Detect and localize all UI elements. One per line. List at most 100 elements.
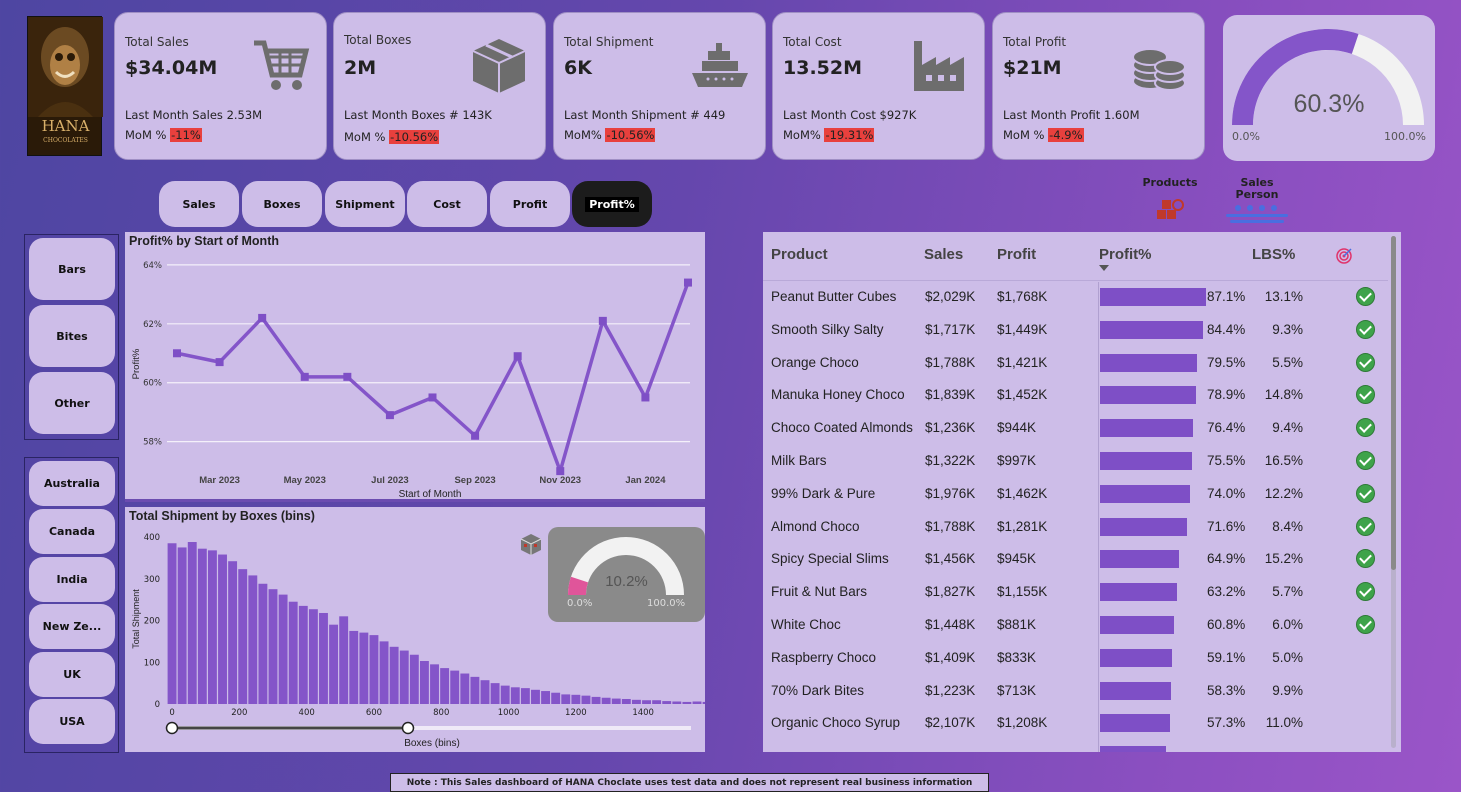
cell-profit-pct: 78.9%: [1207, 387, 1246, 403]
ship-icon: [692, 43, 748, 87]
histogram-bar: [631, 699, 641, 704]
data-point: [258, 313, 267, 322]
slicer-item-other[interactable]: Other: [29, 372, 115, 434]
small-gauge-value: 10.2%: [605, 573, 648, 590]
tab-shipment[interactable]: Shipment: [325, 181, 405, 227]
cell-lbs: 9.4%: [1272, 420, 1303, 436]
table-row[interactable]: Organic Choco Syrup $2,107K $1,208K 57.3% 11…: [763, 707, 1388, 740]
histogram-bar: [561, 694, 571, 704]
cell-sales: $1,976K: [925, 485, 976, 501]
table-scrollbar-thumb[interactable]: [1391, 236, 1396, 570]
kpi-mom-label: MoM%: [783, 128, 825, 142]
table-row[interactable]: 70% Dark Bites $1,223K $713K 58.3% 9.9%: [763, 675, 1388, 708]
slicer-label: UK: [63, 668, 81, 681]
series-line: [176, 281, 690, 473]
range-slider-handle-max[interactable]: [401, 721, 415, 735]
histogram-bar: [339, 616, 349, 704]
kpi-mom: MoM% -19.31%: [783, 128, 875, 142]
range-slider-handle-min[interactable]: [165, 721, 179, 735]
col-header-lbs[interactable]: LBS%: [1252, 246, 1295, 263]
factory-icon: [914, 41, 964, 91]
histogram-bar: [480, 680, 490, 704]
cell-profit: $713K: [997, 682, 1037, 698]
col-header-sales[interactable]: Sales: [924, 246, 963, 263]
histogram-bar: [359, 632, 369, 704]
kpi-mom-value: -10.56%: [605, 128, 656, 142]
slicer-item-canada[interactable]: Canada: [29, 509, 115, 554]
kpi-card-shipment: Total Shipment 6K Last Month Shipment # …: [553, 12, 766, 160]
cell-profit: $833K: [997, 649, 1037, 665]
slicer-label: USA: [59, 715, 85, 728]
table-row[interactable]: Manuka Honey Choco $1,839K $1,452K 78.9% 14.…: [763, 379, 1388, 412]
tab-profit[interactable]: Profit: [490, 181, 570, 227]
cell-lbs: 9.3%: [1272, 321, 1303, 337]
cell-product: Fruit & Nut Bars: [771, 584, 868, 600]
data-point: [385, 411, 394, 420]
x-tick-label: Nov 2023: [539, 475, 581, 486]
kpi-last-month: Last Month Cost $927K: [783, 108, 917, 122]
col-header-product[interactable]: Product: [771, 246, 828, 263]
cell-profit-pct: 87.1%: [1207, 289, 1246, 304]
tab-profit-pct[interactable]: Profit%: [572, 181, 652, 227]
histogram-bar: [672, 701, 682, 704]
tab-sales[interactable]: Sales: [159, 181, 239, 227]
table-row[interactable]: White Choc $1,448K $881K 60.8% 6.0%: [763, 609, 1388, 642]
slicer-item-new-zealand[interactable]: New Ze...: [29, 604, 115, 649]
histogram-bar: [692, 701, 702, 704]
slicer-item-australia[interactable]: Australia: [29, 461, 115, 506]
y-tick-label: 62%: [143, 320, 162, 330]
tab-cost[interactable]: Cost: [407, 181, 487, 227]
kpi-value: $34.04M: [125, 57, 218, 79]
table-row[interactable]: 99% Dark & Pure $1,976K $1,462K 74.0% 12.2%: [763, 478, 1388, 511]
tab-boxes[interactable]: Boxes: [242, 181, 322, 227]
products-label: Products: [1142, 176, 1198, 189]
table-row[interactable]: Raspberry Choco $1,409K $833K 59.1% 5.0%: [763, 642, 1388, 675]
kpi-mom: MoM% -10.56%: [564, 128, 656, 142]
data-point: [343, 372, 352, 381]
table-row[interactable]: Fruit & Nut Bars $1,827K $1,155K 63.2% 5.7%: [763, 576, 1388, 609]
cell-lbs: 5.5%: [1272, 354, 1303, 370]
x-tick-label: May 2023: [284, 475, 326, 486]
table-scrollbar[interactable]: [1391, 236, 1396, 748]
y-tick-label: 300: [144, 575, 160, 585]
col-header-profit[interactable]: Profit: [997, 246, 1036, 263]
cell-product: Orange Choco: [771, 354, 859, 370]
table-row[interactable]: Choco Coated Almonds $1,236K $944K 76.4% 9.4…: [763, 412, 1388, 445]
table-row[interactable]: Orange Choco $1,788K $1,421K 79.5% 5.5%: [763, 347, 1388, 380]
table-row[interactable]: Smooth Silky Salty $1,717K $1,449K 84.4% 9.3…: [763, 314, 1388, 347]
histogram-bar: [177, 547, 187, 704]
check-icon: [1356, 549, 1375, 569]
cell-profit-pct: 57.3%: [1207, 715, 1246, 731]
y-axis-label: Total Shipment: [131, 589, 141, 649]
cell-profit: $1,155K: [997, 584, 1048, 600]
cell-lbs: 13.1%: [1264, 289, 1303, 304]
sales-person-view-button[interactable]: Sales Person: [1222, 176, 1292, 226]
profit-pct-line-chart: 58% 60% 62% 64% Mar 2023 May 2023 Jul 2023 Sep …: [131, 261, 692, 500]
slicer-item-usa[interactable]: USA: [29, 699, 115, 744]
slicer-item-bars[interactable]: Bars: [29, 238, 115, 300]
histogram-bar: [369, 635, 379, 704]
histogram-bar: [450, 670, 460, 704]
slicer-item-bites[interactable]: Bites: [29, 305, 115, 367]
profit-pct-bar: [1100, 419, 1193, 438]
table-row[interactable]: Peanut Butter Cubes $2,029K $1,768K 87.1% 13…: [763, 281, 1388, 314]
histogram-bar: [500, 685, 510, 704]
cell-profit: $1,452K: [997, 387, 1048, 403]
products-view-button[interactable]: Products: [1140, 176, 1200, 226]
kpi-mom: MoM % -10.56%: [344, 130, 440, 144]
kpi-mom-value: -19.31%: [824, 128, 875, 142]
table-row[interactable]: Milk Bars $1,322K $997K 75.5% 16.5%: [763, 445, 1388, 478]
table-row[interactable]: Almond Choco $1,788K $1,281K 71.6% 8.4%: [763, 511, 1388, 544]
histogram-bar: [258, 583, 268, 704]
cell-lbs: 9.9%: [1272, 682, 1303, 698]
kpi-last-month: Last Month Shipment # 449: [564, 108, 726, 122]
kpi-card-profit: Total Profit $21M Last Month Profit 1.60…: [992, 12, 1205, 160]
slicer-item-uk[interactable]: UK: [29, 652, 115, 697]
table-row[interactable]: Spicy Special Slims $1,456K $945K 64.9% 15.2…: [763, 543, 1388, 576]
histogram-bar: [571, 694, 581, 704]
kpi-card-boxes: Total Boxes 2M Last Month Boxes # 143K M…: [333, 12, 546, 160]
check-icon: [1356, 352, 1375, 372]
cell-sales: $1,456K: [925, 551, 976, 567]
col-header-profit-pct[interactable]: Profit%: [1099, 246, 1152, 263]
slicer-item-india[interactable]: India: [29, 557, 115, 602]
